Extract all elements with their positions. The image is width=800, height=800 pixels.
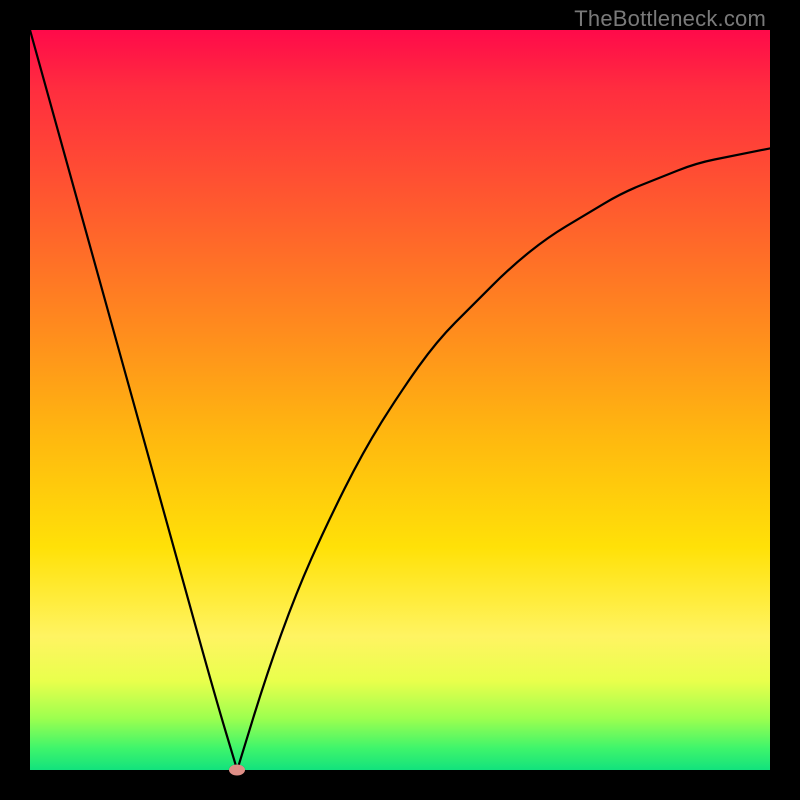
chart-frame: TheBottleneck.com [0, 0, 800, 800]
min-marker [229, 765, 245, 776]
plot-area [30, 30, 770, 770]
watermark-text: TheBottleneck.com [574, 6, 766, 32]
curve-layer [30, 30, 770, 770]
bottleneck-curve [30, 30, 770, 770]
